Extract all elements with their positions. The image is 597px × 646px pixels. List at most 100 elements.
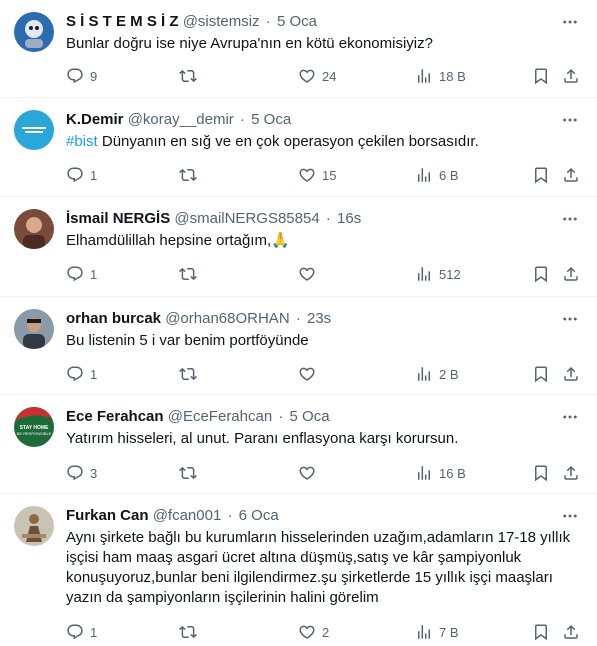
views-icon bbox=[415, 365, 433, 383]
display-name[interactable]: K.Demir bbox=[66, 111, 124, 128]
hashtag-link[interactable]: #bist bbox=[66, 133, 98, 150]
share-button[interactable] bbox=[562, 165, 580, 185]
tweet-header: orhan burcak @orhan68ORHAN · 23s bbox=[66, 309, 547, 329]
more-icon[interactable] bbox=[561, 13, 579, 31]
user-handle[interactable]: @smailNERGS85854 bbox=[174, 210, 319, 227]
avatar[interactable] bbox=[14, 309, 54, 349]
avatar[interactable] bbox=[14, 12, 54, 52]
views-button[interactable]: 6 B bbox=[415, 165, 459, 185]
share-icon bbox=[562, 265, 580, 283]
more-icon[interactable] bbox=[561, 111, 579, 129]
bookmark-icon bbox=[532, 365, 550, 383]
like-button[interactable] bbox=[298, 364, 322, 384]
reply-button[interactable]: 9 bbox=[66, 66, 97, 86]
reply-count: 1 bbox=[90, 624, 98, 640]
display-name[interactable]: S İ S T E M S İ Z bbox=[66, 13, 179, 30]
tweet[interactable]: orhan burcak @orhan68ORHAN · 23s Bu list… bbox=[0, 297, 597, 395]
bookmark-button[interactable] bbox=[532, 463, 550, 483]
bookmark-icon bbox=[532, 464, 550, 482]
tweet-header: İsmail NERGİS @smailNERGS85854 · 16s bbox=[66, 209, 547, 229]
tweet[interactable]: S İ S T E M S İ Z @sistemsiz · 5 Oca Bun… bbox=[0, 0, 597, 98]
timestamp[interactable]: 5 Oca bbox=[277, 13, 317, 30]
display-name[interactable]: Ece Ferahcan bbox=[66, 408, 164, 425]
views-count: 18 B bbox=[439, 68, 466, 84]
timestamp[interactable]: 23s bbox=[307, 310, 331, 327]
bookmark-button[interactable] bbox=[532, 165, 550, 185]
views-button[interactable]: 2 B bbox=[415, 364, 459, 384]
more-icon[interactable] bbox=[561, 507, 579, 525]
timestamp[interactable]: 16s bbox=[337, 210, 361, 227]
views-button[interactable]: 7 B bbox=[415, 622, 459, 642]
views-button[interactable]: 18 B bbox=[415, 66, 466, 86]
avatar[interactable] bbox=[14, 506, 54, 546]
reply-count: 9 bbox=[90, 68, 98, 84]
retweet-button[interactable] bbox=[179, 264, 203, 284]
share-button[interactable] bbox=[562, 264, 580, 284]
bookmark-button[interactable] bbox=[532, 66, 550, 86]
views-button[interactable]: 512 bbox=[415, 264, 461, 284]
user-handle[interactable]: @EceFerahcan bbox=[168, 408, 272, 425]
tweet[interactable]: Furkan Can @fcan001 · 6 Oca Aynı şirkete… bbox=[0, 494, 597, 646]
separator-dot: · bbox=[239, 111, 245, 128]
share-button[interactable] bbox=[562, 66, 580, 86]
reply-button[interactable]: 1 bbox=[66, 622, 97, 642]
views-icon bbox=[415, 265, 433, 283]
retweet-button[interactable] bbox=[179, 622, 203, 642]
display-name[interactable]: Furkan Can bbox=[66, 507, 149, 524]
tweet[interactable]: K.Demir @koray__demir · 5 Oca #bist Düny… bbox=[0, 98, 597, 197]
share-button[interactable] bbox=[562, 622, 580, 642]
user-handle[interactable]: @koray__demir bbox=[128, 111, 234, 128]
more-icon[interactable] bbox=[561, 408, 579, 426]
avatar[interactable]: STAY HOME BE RESPONSIBLE bbox=[14, 407, 54, 447]
tweet-header: Furkan Can @fcan001 · 6 Oca bbox=[66, 506, 547, 526]
heart-icon bbox=[298, 365, 316, 383]
retweet-icon bbox=[179, 265, 197, 283]
retweet-button[interactable] bbox=[179, 463, 203, 483]
user-handle[interactable]: @fcan001 bbox=[153, 507, 222, 524]
retweet-button[interactable] bbox=[179, 165, 203, 185]
user-handle[interactable]: @orhan68ORHAN bbox=[165, 310, 289, 327]
action-bar: 3 16 B bbox=[66, 463, 581, 483]
like-button[interactable]: 2 bbox=[298, 622, 329, 642]
heart-icon bbox=[298, 67, 316, 85]
user-handle[interactable]: @sistemsiz bbox=[183, 13, 260, 30]
avatar[interactable] bbox=[14, 209, 54, 249]
display-name[interactable]: İsmail NERGİS bbox=[66, 210, 170, 227]
tweet[interactable]: STAY HOME BE RESPONSIBLE Ece Ferahcan @E… bbox=[0, 395, 597, 494]
tweet-header: Ece Ferahcan @EceFerahcan · 5 Oca bbox=[66, 407, 547, 427]
views-button[interactable]: 16 B bbox=[415, 463, 466, 483]
bookmark-button[interactable] bbox=[532, 364, 550, 384]
bookmark-button[interactable] bbox=[532, 622, 550, 642]
tweet-text: Aynı şirkete bağlı bu kurumların hissele… bbox=[66, 528, 579, 608]
action-bar: 1 512 bbox=[66, 264, 581, 284]
bookmark-button[interactable] bbox=[532, 264, 550, 284]
display-name[interactable]: orhan burcak bbox=[66, 310, 161, 327]
more-icon[interactable] bbox=[561, 210, 579, 228]
share-button[interactable] bbox=[562, 364, 580, 384]
reply-button[interactable]: 1 bbox=[66, 364, 97, 384]
retweet-button[interactable] bbox=[179, 66, 203, 86]
bookmark-icon bbox=[532, 67, 550, 85]
retweet-icon bbox=[179, 623, 197, 641]
reply-button[interactable]: 1 bbox=[66, 165, 97, 185]
like-button[interactable]: 24 bbox=[298, 66, 336, 86]
like-button[interactable] bbox=[298, 463, 322, 483]
timestamp[interactable]: 6 Oca bbox=[239, 507, 279, 524]
heart-icon bbox=[298, 464, 316, 482]
timestamp[interactable]: 5 Oca bbox=[290, 408, 330, 425]
tweet-text: Yatırım hisseleri, al unut. Paranı enfla… bbox=[66, 430, 459, 447]
reply-button[interactable]: 3 bbox=[66, 463, 97, 483]
like-button[interactable] bbox=[298, 264, 322, 284]
reply-icon bbox=[66, 365, 84, 383]
more-icon[interactable] bbox=[561, 310, 579, 328]
retweet-button[interactable] bbox=[179, 364, 203, 384]
tweet[interactable]: İsmail NERGİS @smailNERGS85854 · 16s Elh… bbox=[0, 197, 597, 297]
avatar[interactable] bbox=[14, 110, 54, 150]
timestamp[interactable]: 5 Oca bbox=[251, 111, 291, 128]
reply-button[interactable]: 1 bbox=[66, 264, 97, 284]
share-button[interactable] bbox=[562, 463, 580, 483]
reply-count: 3 bbox=[90, 465, 98, 481]
reply-icon bbox=[66, 265, 84, 283]
like-button[interactable]: 15 bbox=[298, 165, 336, 185]
tweet-text-line: işçisi ham maaş asgari ücret altına düşm… bbox=[66, 549, 522, 566]
